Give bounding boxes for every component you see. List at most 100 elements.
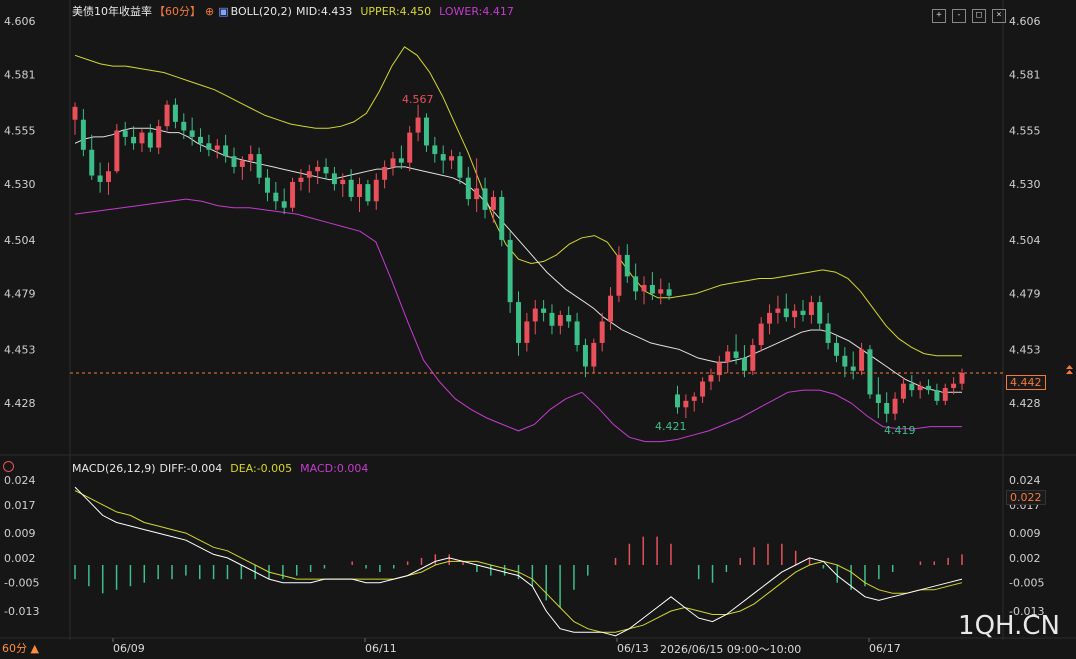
candle-body bbox=[156, 126, 162, 148]
candle-body bbox=[273, 192, 279, 202]
candle-body bbox=[683, 400, 689, 408]
period-tag: 【60分】 bbox=[154, 5, 201, 18]
candle-body bbox=[758, 323, 764, 346]
candle-body bbox=[198, 136, 204, 144]
settings-icon[interactable]: ⊕ bbox=[205, 5, 214, 18]
candle-body bbox=[541, 308, 547, 313]
candle-body bbox=[80, 119, 86, 150]
macd-label: MACD(26,12,9) bbox=[72, 462, 156, 475]
candle-body bbox=[633, 276, 639, 292]
candle-body bbox=[951, 383, 957, 388]
candle-body bbox=[331, 173, 337, 185]
candle-body bbox=[942, 387, 948, 401]
y-tick-label: 4.453 bbox=[4, 343, 36, 356]
candle-body bbox=[675, 394, 680, 408]
x-tick-label: 06/11 bbox=[365, 642, 397, 655]
macd-dea: DEA:-0.005 bbox=[230, 462, 293, 475]
candle-body bbox=[616, 254, 622, 296]
candle-body bbox=[859, 349, 865, 371]
macd-y-tick-label: 0.002 bbox=[4, 552, 36, 565]
low-annotation-2: 4.419 bbox=[884, 424, 916, 437]
candle-body bbox=[298, 177, 304, 182]
price-legend: 美债10年收益率 【60分】 ⊕ ▣ BOLL(20,2) MID:4.433 UPPER:… bbox=[72, 3, 520, 19]
candle-body bbox=[131, 136, 137, 144]
candle-body bbox=[72, 106, 78, 120]
indicator-icon: ▣ bbox=[218, 5, 229, 18]
candle-body bbox=[365, 184, 371, 202]
candle-body bbox=[114, 130, 120, 172]
candle-body bbox=[373, 179, 379, 202]
candle-body bbox=[549, 312, 555, 326]
macd-y-tick-label-right: 0.024 bbox=[1009, 474, 1041, 487]
candle-body bbox=[574, 321, 580, 346]
price-arrow-icon bbox=[1066, 364, 1073, 369]
expand-icon[interactable]: + bbox=[932, 9, 946, 23]
y-tick-label: 4.479 bbox=[4, 288, 36, 301]
candle-body bbox=[223, 145, 229, 157]
candle-body bbox=[281, 201, 287, 208]
candle-body bbox=[264, 177, 270, 193]
diff-line bbox=[74, 486, 963, 637]
candle-body bbox=[524, 321, 530, 343]
candle-body bbox=[649, 284, 655, 294]
candle-body bbox=[892, 398, 898, 414]
candle-body bbox=[248, 154, 254, 161]
candle-body bbox=[884, 403, 890, 414]
close-icon[interactable]: × bbox=[992, 9, 1006, 23]
y-tick-label-right: 4.428 bbox=[1009, 397, 1041, 410]
candle-body bbox=[817, 302, 823, 324]
candle-body bbox=[767, 312, 773, 324]
x-tick-label: 06/17 bbox=[869, 642, 901, 655]
candle-body bbox=[172, 104, 178, 122]
candle-body bbox=[457, 156, 463, 178]
restore-icon[interactable]: □ bbox=[972, 9, 986, 23]
y-tick-label-right: 4.453 bbox=[1009, 343, 1041, 356]
candle-body bbox=[97, 175, 103, 182]
candle-body bbox=[516, 302, 521, 343]
candle-body bbox=[340, 179, 346, 185]
target-icon[interactable] bbox=[3, 461, 14, 472]
candle-body bbox=[725, 351, 731, 363]
candle-body bbox=[147, 132, 153, 148]
candle-body bbox=[139, 132, 145, 144]
candle-body bbox=[315, 166, 321, 172]
crosshair-time-label: 2026/06/15 09:00～10:00 bbox=[660, 641, 802, 657]
minimize-icon[interactable]: - bbox=[952, 9, 966, 23]
y-tick-label: 4.428 bbox=[4, 397, 36, 410]
candle-body bbox=[482, 188, 488, 210]
candle-body bbox=[833, 342, 839, 356]
candle-body bbox=[432, 145, 438, 155]
candle-body bbox=[181, 121, 187, 131]
period-selector[interactable]: 60分 ▲ bbox=[2, 640, 39, 656]
candle-body bbox=[465, 177, 471, 200]
candle-body bbox=[105, 171, 111, 182]
macd-y-tick-label: -0.005 bbox=[4, 577, 39, 590]
candle-body bbox=[557, 315, 563, 326]
candle-body bbox=[566, 315, 572, 322]
candle-body bbox=[499, 196, 505, 240]
candle-body bbox=[792, 310, 798, 318]
macd-y-tick-label: 0.017 bbox=[4, 499, 36, 512]
candle-body bbox=[390, 158, 396, 167]
candle-body bbox=[959, 372, 965, 384]
candle-body bbox=[164, 104, 170, 127]
watermark-logo: 1QH.CN bbox=[958, 611, 1060, 641]
candle-body bbox=[357, 184, 362, 197]
candle-body bbox=[239, 160, 245, 167]
candle-body bbox=[214, 145, 220, 150]
candle-body bbox=[708, 375, 714, 382]
macd-y-tick-label: -0.013 bbox=[4, 605, 39, 618]
chart-canvas[interactable]: 4.606 4.606 4.581 4.581 4.555 4.555 4.530 4.530… bbox=[0, 0, 1076, 659]
candle-body bbox=[122, 130, 128, 137]
high-annotation: 4.567 bbox=[402, 93, 434, 106]
x-tick-label: 06/09 bbox=[113, 642, 145, 655]
candle-body bbox=[189, 130, 195, 137]
candle-body bbox=[624, 254, 630, 277]
y-tick-label-right: 4.555 bbox=[1009, 124, 1041, 137]
candle-body bbox=[599, 321, 605, 343]
candle-body bbox=[700, 381, 706, 397]
boll-upper: UPPER:4.450 bbox=[360, 5, 432, 18]
candle-body bbox=[658, 289, 664, 294]
x-tick-label: 06/13 bbox=[617, 642, 649, 655]
candle-body bbox=[934, 390, 940, 401]
